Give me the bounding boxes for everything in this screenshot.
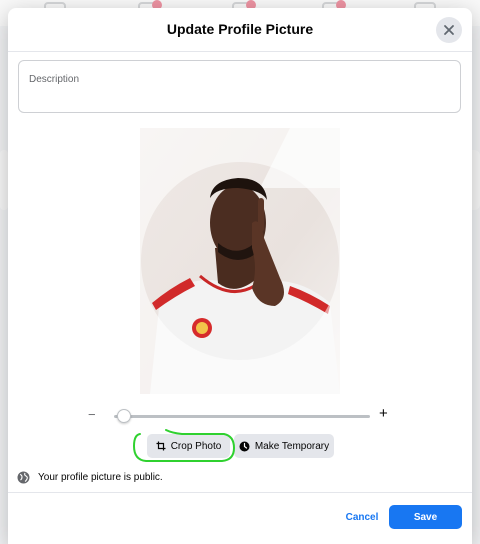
zoom-slider-track[interactable] [114, 415, 370, 418]
close-button[interactable] [436, 17, 462, 43]
make-temporary-label: Make Temporary [254, 440, 330, 452]
privacy-text: Your profile picture is public. [38, 471, 163, 483]
profile-photo [140, 128, 340, 394]
crop-photo-label: Crop Photo [170, 440, 222, 452]
zoom-out-button[interactable]: − [88, 407, 96, 422]
profile-photo-preview[interactable] [140, 128, 340, 394]
dialog-header: Update Profile Picture [8, 8, 472, 52]
dialog-title: Update Profile Picture [166, 21, 314, 37]
zoom-in-button[interactable]: + [379, 405, 388, 422]
photo-actions: Crop Photo Make Temporary [8, 434, 472, 460]
zoom-slider-thumb[interactable] [117, 409, 132, 423]
privacy-notice: Your profile picture is public. [17, 469, 163, 485]
update-profile-picture-dialog: Update Profile Picture Description − + C… [8, 8, 472, 544]
crop-icon [156, 441, 166, 451]
close-icon [444, 25, 454, 35]
zoom-slider-row: − + [88, 405, 392, 424]
clock-icon [239, 441, 250, 451]
globe-icon [17, 471, 30, 483]
description-input[interactable]: Description [18, 60, 461, 113]
cancel-button[interactable]: Cancel [342, 507, 382, 527]
make-temporary-button[interactable]: Make Temporary [234, 434, 334, 458]
footer-divider [8, 492, 472, 493]
description-placeholder: Description [29, 74, 80, 85]
save-button[interactable]: Save [389, 505, 462, 529]
crop-photo-button[interactable]: Crop Photo [147, 434, 230, 458]
